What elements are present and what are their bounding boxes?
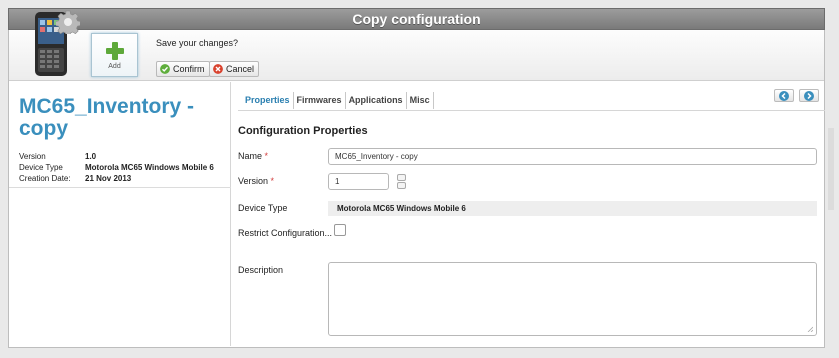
name-label: Name * [238, 151, 268, 161]
meta-key: Device Type [19, 163, 63, 172]
meta-row-device-type: Device Type Motorola MC65 Windows Mobile… [19, 162, 214, 173]
version-decrement-button[interactable] [397, 182, 406, 189]
section-title: Configuration Properties [238, 125, 368, 137]
arrow-right-icon [804, 90, 814, 101]
plus-icon [105, 42, 124, 60]
required-mark: * [270, 176, 275, 186]
confirm-label: Confirm [173, 64, 205, 74]
divider [9, 187, 231, 188]
previous-button[interactable] [774, 89, 794, 102]
save-prompt: Save your changes? [156, 38, 239, 48]
version-field[interactable]: 1 [328, 173, 389, 190]
meta-key: Version [19, 152, 46, 161]
name-label-text: Name [238, 151, 263, 161]
add-button-label: Add [108, 63, 121, 70]
dialog-window: Add Save your changes? Confirm Cancel MC… [8, 10, 825, 348]
confirm-button[interactable]: Confirm [156, 61, 210, 77]
meta-value: Motorola MC65 Windows Mobile 6 [85, 163, 214, 172]
meta-value: 21 Nov 2013 [85, 174, 132, 183]
required-mark: * [264, 151, 269, 161]
restrict-config-label: Restrict Configuration... [238, 228, 333, 238]
cancel-button[interactable]: Cancel [209, 61, 260, 77]
check-icon [160, 64, 170, 74]
tab-firmwares[interactable]: Firmwares [294, 92, 346, 109]
tab-divider [238, 110, 825, 111]
tab-applications[interactable]: Applications [346, 92, 407, 109]
config-meta: Version 1.0 Device Type Motorola MC65 Wi… [19, 151, 214, 184]
meta-value: 1.0 [85, 152, 97, 161]
meta-row-creation-date: Creation Date: 21 Nov 2013 [19, 173, 214, 184]
restrict-config-checkbox[interactable] [334, 224, 346, 236]
config-title: MC65_Inventory - copy [19, 95, 195, 140]
device-type-value: Motorola MC65 Windows Mobile 6 [328, 201, 817, 216]
cancel-icon [213, 64, 223, 74]
side-handle[interactable] [828, 128, 834, 210]
version-label-text: Version [238, 176, 269, 186]
gear-icon [56, 10, 80, 34]
description-field[interactable] [328, 262, 817, 336]
resize-grip-icon[interactable] [807, 326, 813, 332]
config-summary-panel: MC65_Inventory - copy Version 1.0 Device… [9, 82, 231, 346]
version-increment-button[interactable] [397, 174, 406, 181]
tab-misc[interactable]: Misc [407, 92, 434, 109]
toolbar: Add Save your changes? Confirm Cancel [9, 10, 824, 81]
device-type-label: Device Type [238, 203, 288, 213]
meta-row-version: Version 1.0 [19, 151, 214, 162]
description-label: Description [238, 265, 284, 275]
cancel-label: Cancel [226, 64, 255, 74]
add-button[interactable]: Add [91, 33, 138, 77]
next-button[interactable] [799, 89, 819, 102]
tab-bar: Properties Firmwares Applications Misc [242, 92, 434, 109]
version-label: Version * [238, 176, 274, 186]
meta-key: Creation Date: [19, 174, 71, 183]
tab-properties[interactable]: Properties [242, 92, 294, 109]
arrow-left-icon [779, 90, 789, 101]
window-title: Copy configuration [8, 8, 825, 30]
name-field[interactable]: MC65_Inventory - copy [328, 148, 817, 165]
